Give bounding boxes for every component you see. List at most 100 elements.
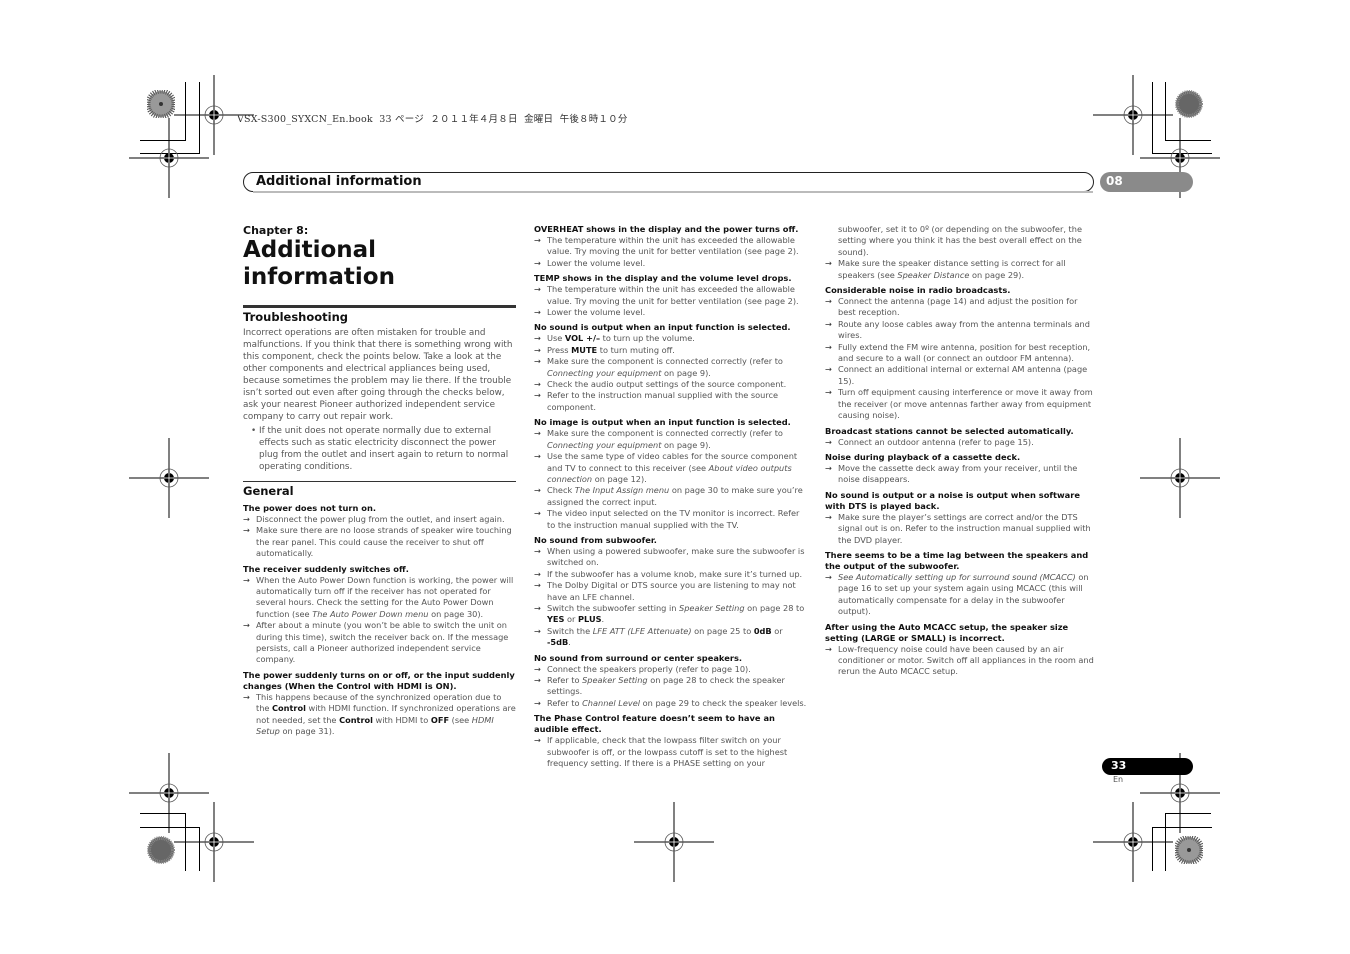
solution-item: → The video input selected on the TV moni…: [534, 508, 807, 531]
arrow-right-icon: →: [243, 525, 250, 536]
solution-item: → Refer to the instruction manual supplie…: [534, 390, 807, 413]
color-target-icon: [1175, 836, 1203, 864]
arrow-right-icon: →: [825, 643, 832, 654]
solution-item: → Check the audio output settings of the …: [534, 379, 807, 390]
color-target-icon: [1175, 90, 1203, 118]
registration-crosshair-icon: [634, 802, 714, 882]
arrow-right-icon: →: [825, 364, 832, 375]
arrow-right-icon: →: [534, 356, 541, 367]
solution-item: → Connect an outdoor antenna (refer to pa…: [825, 437, 1097, 448]
solution-item: → Check The Input Assign menu on page 30 …: [534, 485, 807, 508]
continued-answer: subwoofer, set it to 0º (or depending on…: [825, 224, 1097, 258]
solution-text: Connect the antenna (page 14) and adjust…: [838, 296, 1078, 318]
solution-text: Lower the volume level.: [547, 307, 646, 318]
chapter-label: Chapter 8:: [243, 224, 309, 237]
solution-item: → Make sure there are no loose strands of…: [243, 525, 516, 559]
problem-heading: After using the Auto MCACC setup, the sp…: [825, 621, 1069, 643]
problem-heading: No sound from surround or center speaker…: [534, 652, 743, 663]
page-language: En: [1113, 775, 1124, 784]
registration-crosshair-icon: [1093, 802, 1173, 882]
solution-item: → Switch the LFE ATT (LFE Attenuate) on p…: [534, 626, 807, 649]
section-divider: [243, 305, 516, 308]
page-number-tab: 33: [1102, 758, 1193, 775]
section-divider: [243, 481, 516, 482]
registration-crosshair-icon: [129, 118, 209, 198]
solution-text: Use VOL +/– to turn up the volume.: [547, 333, 695, 344]
arrow-right-icon: →: [825, 511, 832, 522]
solution-item: → The temperature within the unit has exc…: [534, 284, 807, 307]
arrow-right-icon: →: [534, 485, 541, 496]
solution-item: → Turn off equipment causing interference…: [825, 387, 1097, 421]
solution-text: Route any loose cables away from the ant…: [838, 318, 1090, 341]
page-title: Additional information: [243, 237, 395, 290]
solution-item: → Connect an additional internal or exter…: [825, 364, 1097, 387]
arrow-right-icon: →: [825, 387, 832, 398]
solution-text: The Dolby Digital or DTS source you are …: [547, 580, 796, 602]
problem-heading: No image is output when an input functio…: [534, 417, 791, 428]
solution-text: Connect the speakers properly (refer to …: [547, 663, 751, 674]
solution-item: → Fully extend the FM wire antenna, posit…: [825, 342, 1097, 365]
problem-heading: OVERHEAT shows in the display and the po…: [534, 224, 799, 234]
solution-item: → Make sure the player’s settings are cor…: [825, 512, 1097, 546]
arrow-right-icon: →: [534, 625, 541, 636]
column-1: Chapter 8: Additional information Troubl…: [243, 224, 516, 738]
solution-item: → The Dolby Digital or DTS source you are…: [534, 580, 807, 603]
running-header: Additional information: [243, 172, 1094, 192]
arrow-right-icon: →: [534, 257, 541, 268]
solution-text: The temperature within the unit has exce…: [547, 235, 799, 257]
arrow-right-icon: →: [825, 318, 832, 329]
solution-item: → Use VOL +/– to turn up the volume.: [534, 333, 807, 344]
solution-item: → Low-frequency noise could have been cau…: [825, 644, 1097, 678]
solution-item: → Route any loose cables away from the an…: [825, 319, 1097, 342]
arrow-right-icon: →: [534, 545, 541, 556]
arrow-right-icon: →: [534, 697, 541, 708]
solution-item: → When the Auto Power Down function is wo…: [243, 575, 516, 621]
column-2: OVERHEAT shows in the display and the po…: [534, 224, 807, 769]
arrow-right-icon: →: [534, 284, 541, 295]
solution-text: Use the same type of video cables for th…: [547, 451, 798, 484]
arrow-right-icon: →: [534, 333, 541, 344]
arrow-right-icon: →: [534, 235, 541, 245]
chapter-number: 08: [1106, 174, 1123, 188]
problem-heading: No sound is output when an input functio…: [534, 322, 791, 333]
continued-answer-text: subwoofer, set it to 0º (or depending on…: [838, 224, 1082, 257]
registration-crosshair-icon: [1140, 438, 1220, 518]
problem-heading: Noise during playback of a cassette deck…: [825, 451, 1021, 462]
arrow-right-icon: →: [534, 307, 541, 318]
arrow-right-icon: →: [825, 258, 832, 269]
registration-crosshair-icon: [174, 802, 254, 882]
solution-item: → See Automatically setting up for surrou…: [825, 572, 1097, 618]
section-heading-general: General: [243, 484, 294, 498]
running-header-title: Additional information: [256, 174, 422, 189]
arrow-right-icon: →: [534, 451, 541, 462]
solution-text: Refer to the instruction manual supplied…: [547, 390, 779, 412]
color-target-icon: [147, 90, 175, 118]
solution-item: → If applicable, check that the lowpass f…: [534, 735, 807, 769]
page-number: 33: [1111, 759, 1127, 772]
solution-item: → Lower the volume level.: [534, 307, 807, 318]
problem-heading: No sound from subwoofer.: [534, 534, 657, 545]
solution-text: Make sure the component is connected cor…: [547, 356, 783, 378]
qa-list: The power does not turn on. → Disconnect t…: [243, 503, 516, 738]
solution-text: After about a minute (you won’t be able …: [256, 620, 509, 665]
chapter-tab: 08: [1100, 172, 1193, 192]
solution-text: Refer to Channel Level on page 29 to che…: [547, 697, 807, 708]
arrow-right-icon: →: [534, 663, 541, 674]
solution-text: Lower the volume level.: [547, 257, 646, 268]
arrow-right-icon: →: [534, 580, 541, 591]
problem-heading: The power suddenly turns on or off, or t…: [243, 669, 515, 691]
solution-text: Low-frequency noise could have been caus…: [838, 643, 1094, 677]
arrow-right-icon: →: [243, 691, 250, 702]
solution-item: → Disconnect the power plug from the outl…: [243, 514, 516, 525]
qa-list: OVERHEAT shows in the display and the po…: [534, 224, 807, 769]
solution-item: → If the subwoofer has a volume knob, mak…: [534, 569, 807, 580]
arrow-right-icon: →: [534, 568, 541, 579]
solution-item: → Make sure the component is connected co…: [534, 428, 807, 451]
header-underline: [253, 191, 1093, 193]
solution-text: Make sure the player’s settings are corr…: [838, 511, 1091, 545]
solution-text: This happens because of the synchronized…: [256, 691, 516, 737]
intro-paragraph: Incorrect operations are often mistaken …: [243, 328, 513, 422]
arrow-right-icon: →: [534, 735, 541, 746]
solution-text: Make sure the component is connected cor…: [547, 428, 783, 450]
solution-text: Connect an outdoor antenna (refer to pag…: [838, 436, 1034, 447]
